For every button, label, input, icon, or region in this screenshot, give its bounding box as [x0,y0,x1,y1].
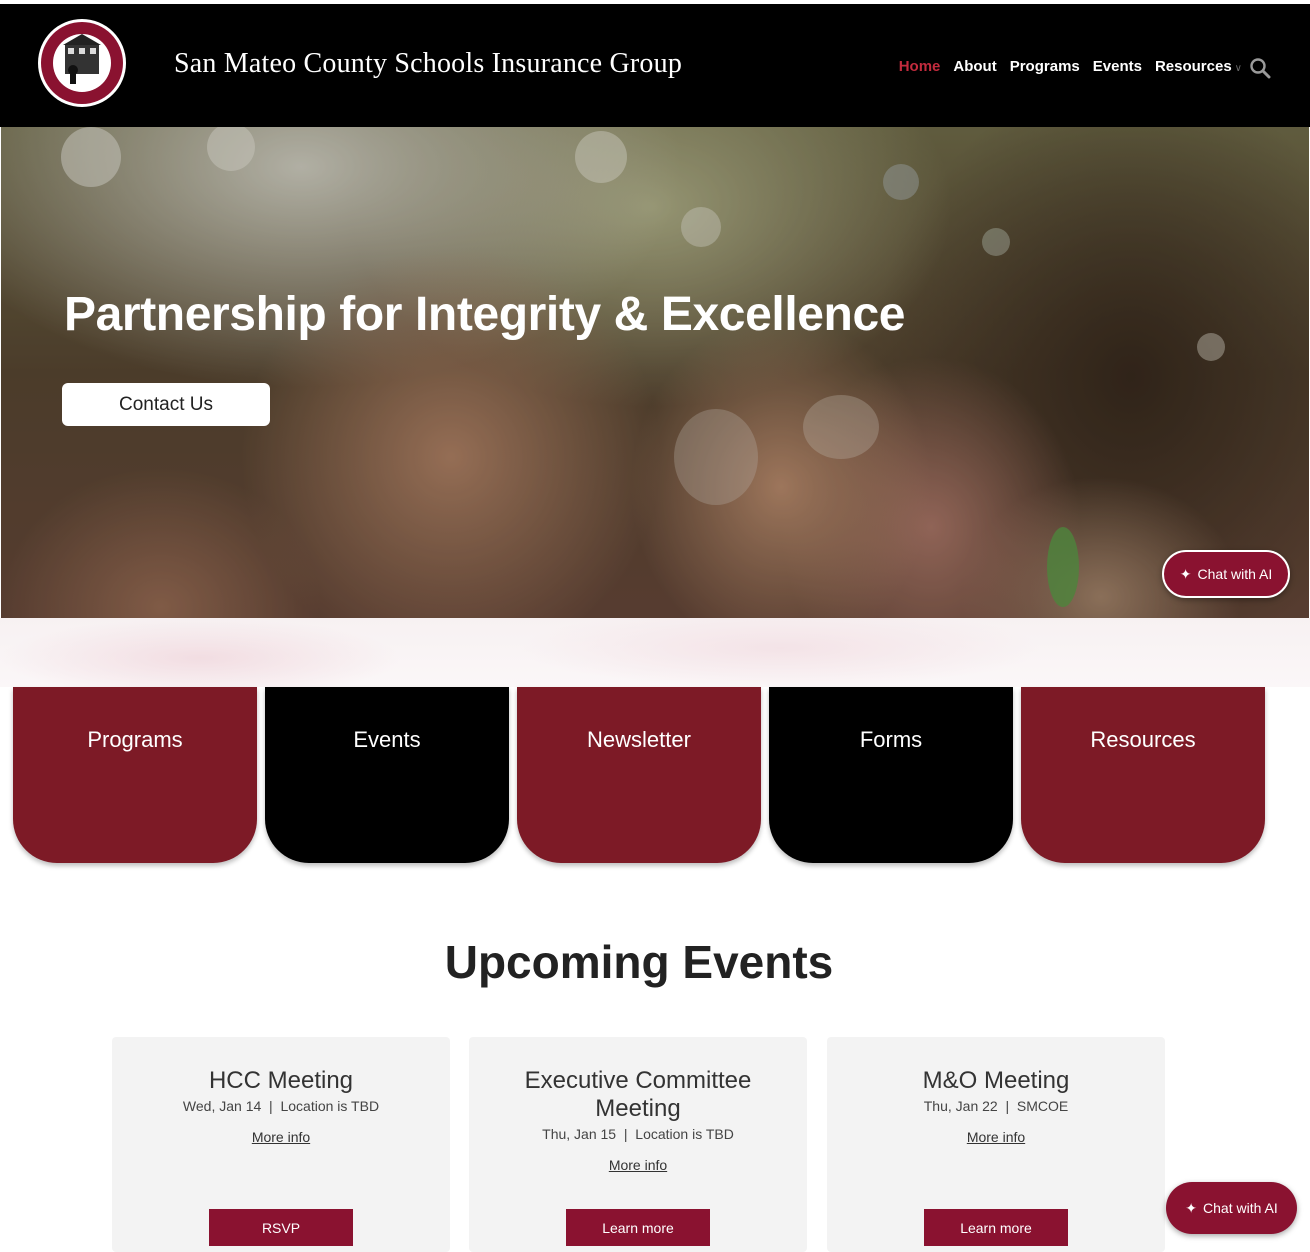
chevron-down-icon[interactable]: ∨ [1235,63,1242,74]
event-location: Location is TBD [635,1126,734,1142]
rsvp-button[interactable]: RSVP [209,1209,353,1246]
event-location: SMCOE [1016,1098,1069,1114]
event-card: M&O Meeting Thu, Jan 22 | SMCOE More inf… [827,1037,1165,1252]
events-heading: Upcoming Events [444,936,834,988]
nav-item-home[interactable]: Home [899,58,941,76]
event-card: Executive Committee Meeting Thu, Jan 15 … [469,1037,807,1252]
chat-label: Chat with AI [1203,1200,1278,1216]
contact-us-button[interactable]: Contact Us [62,383,270,426]
chat-label: Chat with AI [1197,566,1273,582]
separator: | [265,1098,277,1114]
sparkle-icon: ✦ [1179,565,1192,582]
tile-forms[interactable]: Forms [769,687,1013,863]
chat-with-ai-button[interactable]: ✦ Chat with AI [1166,1182,1297,1234]
event-meta: Thu, Jan 22 | SMCOE [827,1098,1165,1114]
nav-item-resources-wrap[interactable]: Resources ∨ [1155,58,1242,76]
nav-item-events[interactable]: Events [1093,58,1142,76]
event-meta: Thu, Jan 15 | Location is TBD [469,1126,807,1142]
nav-item-programs[interactable]: Programs [1010,58,1080,76]
hero-banner: Partnership for Integrity & Excellence C… [1,127,1309,618]
separator: | [619,1126,632,1142]
event-title: M&O Meeting [922,1067,1070,1094]
logo-seal[interactable] [37,18,127,108]
event-location: Location is TBD [280,1098,380,1114]
site-title[interactable]: San Mateo County Schools Insurance Group [174,48,682,80]
tile-programs[interactable]: Programs [13,687,257,863]
chat-with-ai-button[interactable]: ✦ Chat with AI [1162,550,1290,598]
main-nav: Home About Programs Events Resources ∨ [899,58,1242,76]
learn-more-button[interactable]: Learn more [924,1209,1068,1246]
tile-resources[interactable]: Resources [1021,687,1265,863]
event-meta: Wed, Jan 14 | Location is TBD [112,1098,450,1114]
hero-heading: Partnership for Integrity & Excellence [64,288,906,341]
separator: | [1001,1098,1013,1114]
tile-newsletter[interactable]: Newsletter [517,687,761,863]
more-info-link[interactable]: More info [252,1129,310,1145]
event-card: HCC Meeting Wed, Jan 14 | Location is TB… [112,1037,450,1252]
event-date: Thu, Jan 15 [542,1126,617,1142]
more-info-link[interactable]: More info [967,1129,1025,1145]
quick-links: Programs Events Newsletter Forms Resourc… [13,687,1265,863]
event-title: Executive Committee Meeting [524,1067,752,1122]
event-date: Wed, Jan 14 [182,1098,262,1114]
event-title: HCC Meeting [208,1067,354,1094]
site-header: San Mateo County Schools Insurance Group… [0,0,1310,127]
more-info-link[interactable]: More info [609,1157,667,1173]
sparkle-icon: ✦ [1185,1199,1198,1216]
nav-item-about[interactable]: About [953,58,996,76]
nav-item-resources[interactable]: Resources [1155,58,1232,75]
hero-photo [61,127,1225,607]
watercolor-band [0,618,1310,687]
event-date: Thu, Jan 22 [923,1098,998,1114]
search-icon[interactable] [1248,56,1272,80]
tile-events[interactable]: Events [265,687,509,863]
learn-more-button[interactable]: Learn more [566,1209,710,1246]
